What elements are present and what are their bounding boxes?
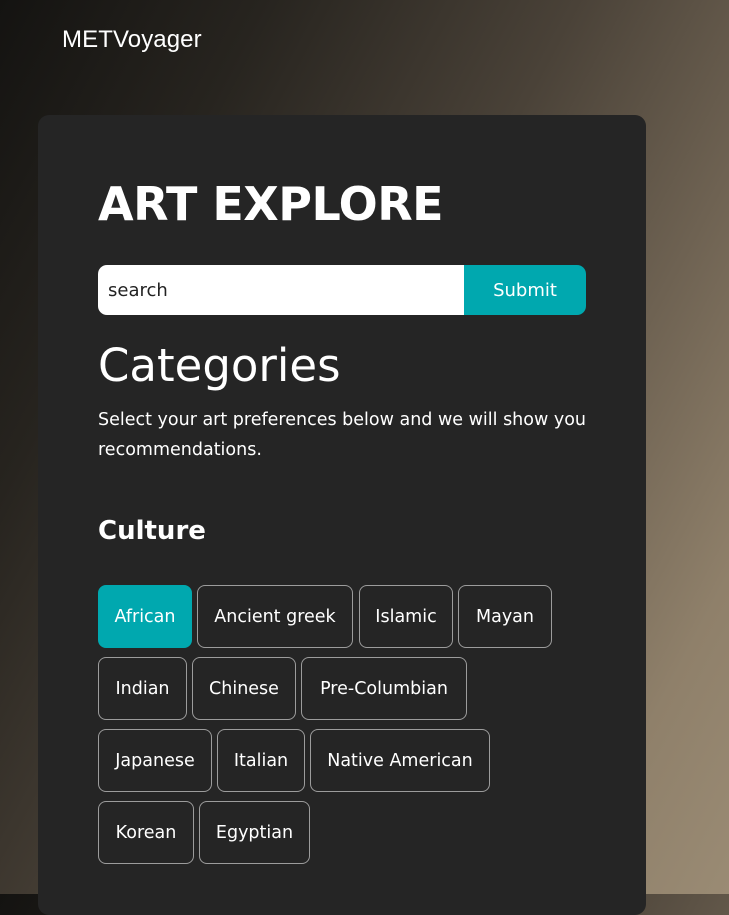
- categories-heading: Categories: [98, 339, 341, 392]
- chip-islamic[interactable]: Islamic: [359, 585, 453, 648]
- chip-mayan[interactable]: Mayan: [458, 585, 552, 648]
- explore-card: ART EXPLORE Submit Categories Select you…: [38, 115, 646, 915]
- chip-korean[interactable]: Korean: [98, 801, 194, 864]
- chip-egyptian[interactable]: Egyptian: [199, 801, 310, 864]
- chip-chinese[interactable]: Chinese: [192, 657, 296, 720]
- culture-heading: Culture: [98, 516, 206, 546]
- search-form: Submit: [98, 265, 586, 315]
- chip-italian[interactable]: Italian: [217, 729, 305, 792]
- chip-african[interactable]: African: [98, 585, 192, 648]
- chip-pre-columbian[interactable]: Pre-Columbian: [301, 657, 467, 720]
- submit-button[interactable]: Submit: [464, 265, 586, 315]
- chip-indian[interactable]: Indian: [98, 657, 187, 720]
- categories-description: Select your art preferences below and we…: [98, 410, 587, 460]
- brand-logo-link[interactable]: METVoyager: [62, 26, 202, 54]
- chip-japanese[interactable]: Japanese: [98, 729, 212, 792]
- chip-native-american[interactable]: Native American: [310, 729, 490, 792]
- chip-ancient-greek[interactable]: Ancient greek: [197, 585, 353, 648]
- page-title: ART EXPLORE: [98, 177, 444, 231]
- search-input[interactable]: [98, 265, 464, 315]
